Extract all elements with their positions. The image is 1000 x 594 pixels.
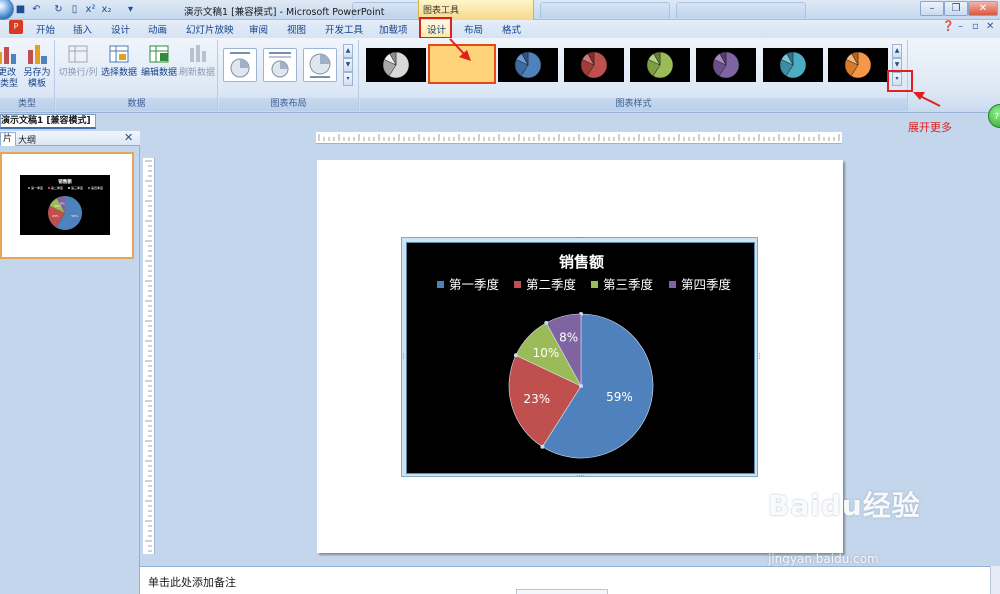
slice-selection-handle[interactable] [540, 444, 545, 449]
vertical-ruler[interactable] [143, 158, 155, 554]
legend-swatch [669, 281, 676, 288]
annotation-expand-more: 展开更多 [908, 121, 952, 134]
thumbnail-data-label: 8% [60, 201, 65, 205]
thumbnail-legend-swatch [48, 187, 50, 189]
resize-handle-bottom[interactable]: ···· [576, 473, 585, 480]
data-label[interactable]: 10% [533, 346, 560, 360]
data-label[interactable]: 23% [523, 392, 550, 406]
slice-selection-handle[interactable] [513, 353, 518, 358]
slice-selection-handle[interactable] [544, 320, 549, 325]
annotation-arrows [449, 38, 941, 107]
watermark-url: jingyan.baidu.com [768, 552, 879, 566]
thumbnail-pie-chart: 销售额第一季度 第二季度 第三季度 第四季度59%23%10%8% [28, 178, 103, 230]
legend-swatch [514, 281, 521, 288]
annotation-arrow-to-expand [919, 95, 941, 107]
vertical-ruler-ticks [145, 160, 152, 552]
legend-entry[interactable]: 第三季度 [591, 277, 654, 292]
thumbnail-legend-label: 第二季度 [51, 185, 63, 190]
resize-handle-top[interactable]: ···· [576, 235, 585, 242]
legend-entry[interactable]: 第四季度 [669, 277, 732, 292]
slide-thumbnail-chart: 销售额 第一季度 第二季度 第三季度 第四季度 59% 23% 10% 8% [20, 175, 110, 235]
thumbnail-legend-label: 第一季度 [31, 185, 43, 190]
resize-handle-right[interactable]: ⋮ [756, 353, 763, 360]
chart-legend[interactable]: 第一季度 第二季度 第三季度 第四季度 [437, 277, 732, 292]
slides-panel: 片 大纲 ✕ 销售额 第一季度 第二季度 第三季度 第四季度 59% 23% 10% 8% [0, 131, 140, 594]
watermark-logo: Baidu经验 [768, 489, 921, 522]
data-label[interactable]: 59% [606, 390, 633, 404]
chart-object[interactable]: 销售额 第一季度 第二季度 第三季度 第四季度 59% 23% 10% 8% ···· ··… [400, 235, 763, 480]
pie-slices [508, 312, 654, 459]
legend-label: 第三季度 [603, 277, 654, 292]
resize-handle-left[interactable]: ⋮ [400, 353, 407, 360]
document-tab-label: 演示文稿1 [兼容模式] [1, 116, 91, 126]
panel-tabs: 片 大纲 ✕ [0, 131, 140, 146]
thumbnail-legend-label: 第三季度 [71, 185, 83, 190]
thumbnail-legend-swatch [28, 187, 30, 189]
thumbnail-data-label: 23% [52, 214, 59, 218]
legend-label: 第一季度 [449, 277, 500, 292]
legend-label: 第二季度 [526, 277, 577, 292]
tab-outline[interactable]: 大纲 [18, 133, 36, 146]
legend-entry[interactable]: 第二季度 [514, 277, 577, 292]
pie-chart: 销售额 第一季度 第二季度 第三季度 第四季度 59% 23% 10%8% [437, 253, 732, 459]
thumbnail-legend-swatch [88, 187, 90, 189]
chart-area[interactable]: 销售额 第一季度 第二季度 第三季度 第四季度 59% 23% 10% 8% [406, 242, 755, 474]
notes-scrollbar[interactable] [990, 566, 1000, 594]
horizontal-ruler[interactable] [316, 132, 842, 144]
panel-close-icon[interactable]: ✕ [124, 131, 133, 144]
notes-placeholder[interactable]: 单击此处添加备注 [148, 574, 236, 590]
data-label[interactable]: 8% [559, 331, 578, 345]
thumbnail-title: 销售额 [58, 178, 72, 185]
legend-swatch [591, 281, 598, 288]
document-tab[interactable]: 演示文稿1 [兼容模式] [0, 114, 96, 129]
horizontal-ruler-ticks [318, 134, 840, 141]
legend-swatch [437, 281, 444, 288]
notes-resize-handle[interactable] [516, 589, 608, 594]
tab-slides[interactable]: 片 [0, 132, 16, 146]
thumbnail-legend-swatch [68, 187, 70, 189]
thumbnail-data-label: 59% [71, 214, 78, 218]
slide-thumbnail[interactable]: 销售额 第一季度 第二季度 第三季度 第四季度 59% 23% 10% 8% [0, 152, 134, 259]
legend-entry[interactable]: 第一季度 [437, 277, 500, 292]
pie-center-handle[interactable] [579, 384, 583, 388]
legend-label: 第四季度 [681, 277, 732, 292]
thumbnail-legend-label: 第四季度 [91, 185, 103, 190]
annotation-arrowhead [913, 92, 925, 100]
chart-title[interactable]: 销售额 [559, 253, 604, 271]
